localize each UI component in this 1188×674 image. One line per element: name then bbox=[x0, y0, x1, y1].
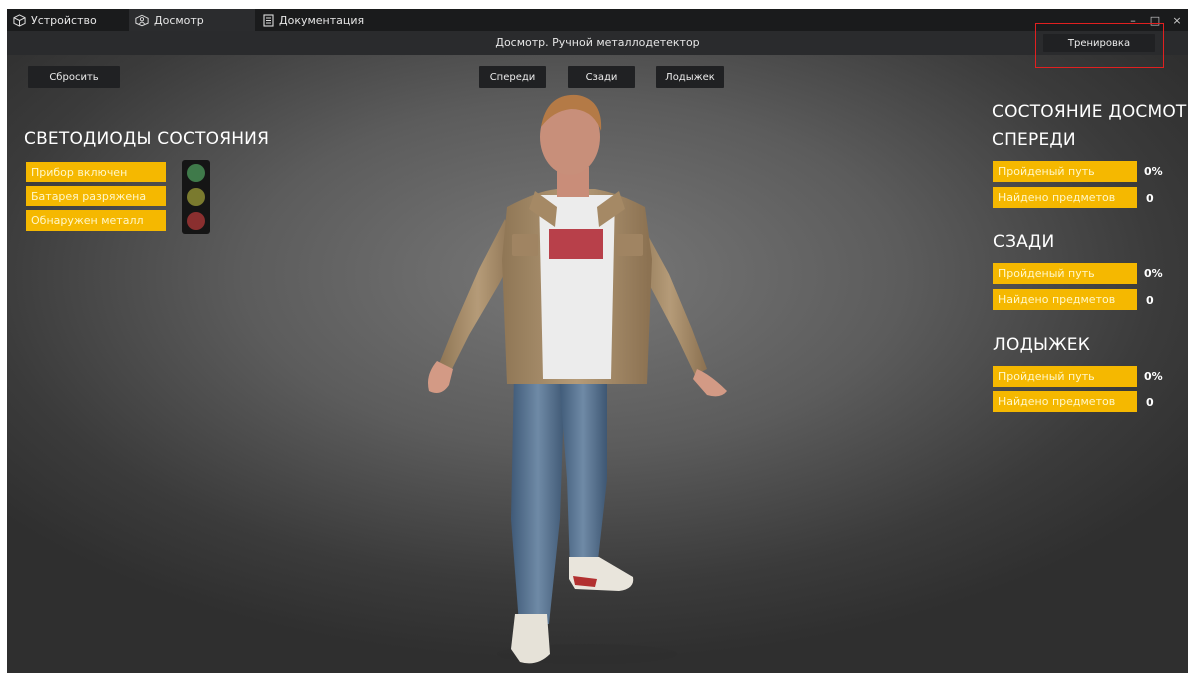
highlight-frame bbox=[1035, 23, 1164, 68]
person-3d-model[interactable] bbox=[407, 79, 747, 673]
tab-bar: Устройство Досмотр Документация – □ × bbox=[7, 9, 1188, 31]
found-label-ankle: Найдено предметов bbox=[993, 391, 1137, 412]
tab-device[interactable]: Устройство bbox=[7, 9, 129, 31]
document-icon bbox=[263, 13, 274, 27]
led-battery-indicator bbox=[187, 188, 205, 206]
tab-label: Устройство bbox=[31, 13, 97, 27]
path-value-front: 0% bbox=[1144, 165, 1163, 178]
found-value-back: 0 bbox=[1146, 294, 1154, 307]
found-label-back: Найдено предметов bbox=[993, 289, 1137, 310]
led-label-metal: Обнаружен металл bbox=[26, 210, 166, 231]
found-value-front: 0 bbox=[1146, 192, 1154, 205]
path-label-ankle: Пройденый путь bbox=[993, 366, 1137, 387]
path-value-back: 0% bbox=[1144, 267, 1163, 280]
app-window: Устройство Досмотр Документация – □ × До… bbox=[7, 9, 1188, 673]
tab-label: Досмотр bbox=[154, 13, 204, 27]
reset-button[interactable]: Сбросить bbox=[28, 66, 120, 88]
inspection-state-heading: СОСТОЯНИЕ ДОСМОТРА bbox=[992, 102, 1188, 122]
tab-documentation[interactable]: Документация bbox=[257, 9, 397, 31]
section-title-front: СПЕРЕДИ bbox=[992, 130, 1076, 150]
path-label-front: Пройденый путь bbox=[993, 161, 1137, 182]
led-power-indicator bbox=[187, 164, 205, 182]
led-label-battery: Батарея разряжена bbox=[26, 186, 166, 206]
section-title-back: СЗАДИ bbox=[993, 232, 1055, 252]
leds-heading: СВЕТОДИОДЫ СОСТОЯНИЯ bbox=[24, 129, 270, 149]
led-indicator-panel bbox=[182, 160, 210, 234]
person-scan-icon bbox=[135, 14, 149, 26]
close-icon[interactable]: × bbox=[1166, 14, 1188, 27]
found-label-front: Найдено предметов bbox=[993, 187, 1137, 208]
led-label-power: Прибор включен bbox=[26, 162, 166, 182]
path-label-back: Пройденый путь bbox=[993, 263, 1137, 284]
page-title: Досмотр. Ручной металлодетектор bbox=[495, 36, 700, 49]
title-bar: Досмотр. Ручной металлодетектор Трениров… bbox=[7, 31, 1188, 55]
found-value-ankle: 0 bbox=[1146, 396, 1154, 409]
led-metal-indicator bbox=[187, 212, 205, 230]
tab-inspection[interactable]: Досмотр bbox=[129, 9, 255, 31]
path-value-ankle: 0% bbox=[1144, 370, 1163, 383]
cube-icon bbox=[13, 13, 26, 27]
section-title-ankle: ЛОДЫЖЕК bbox=[993, 335, 1090, 355]
tab-label: Документация bbox=[279, 13, 365, 27]
